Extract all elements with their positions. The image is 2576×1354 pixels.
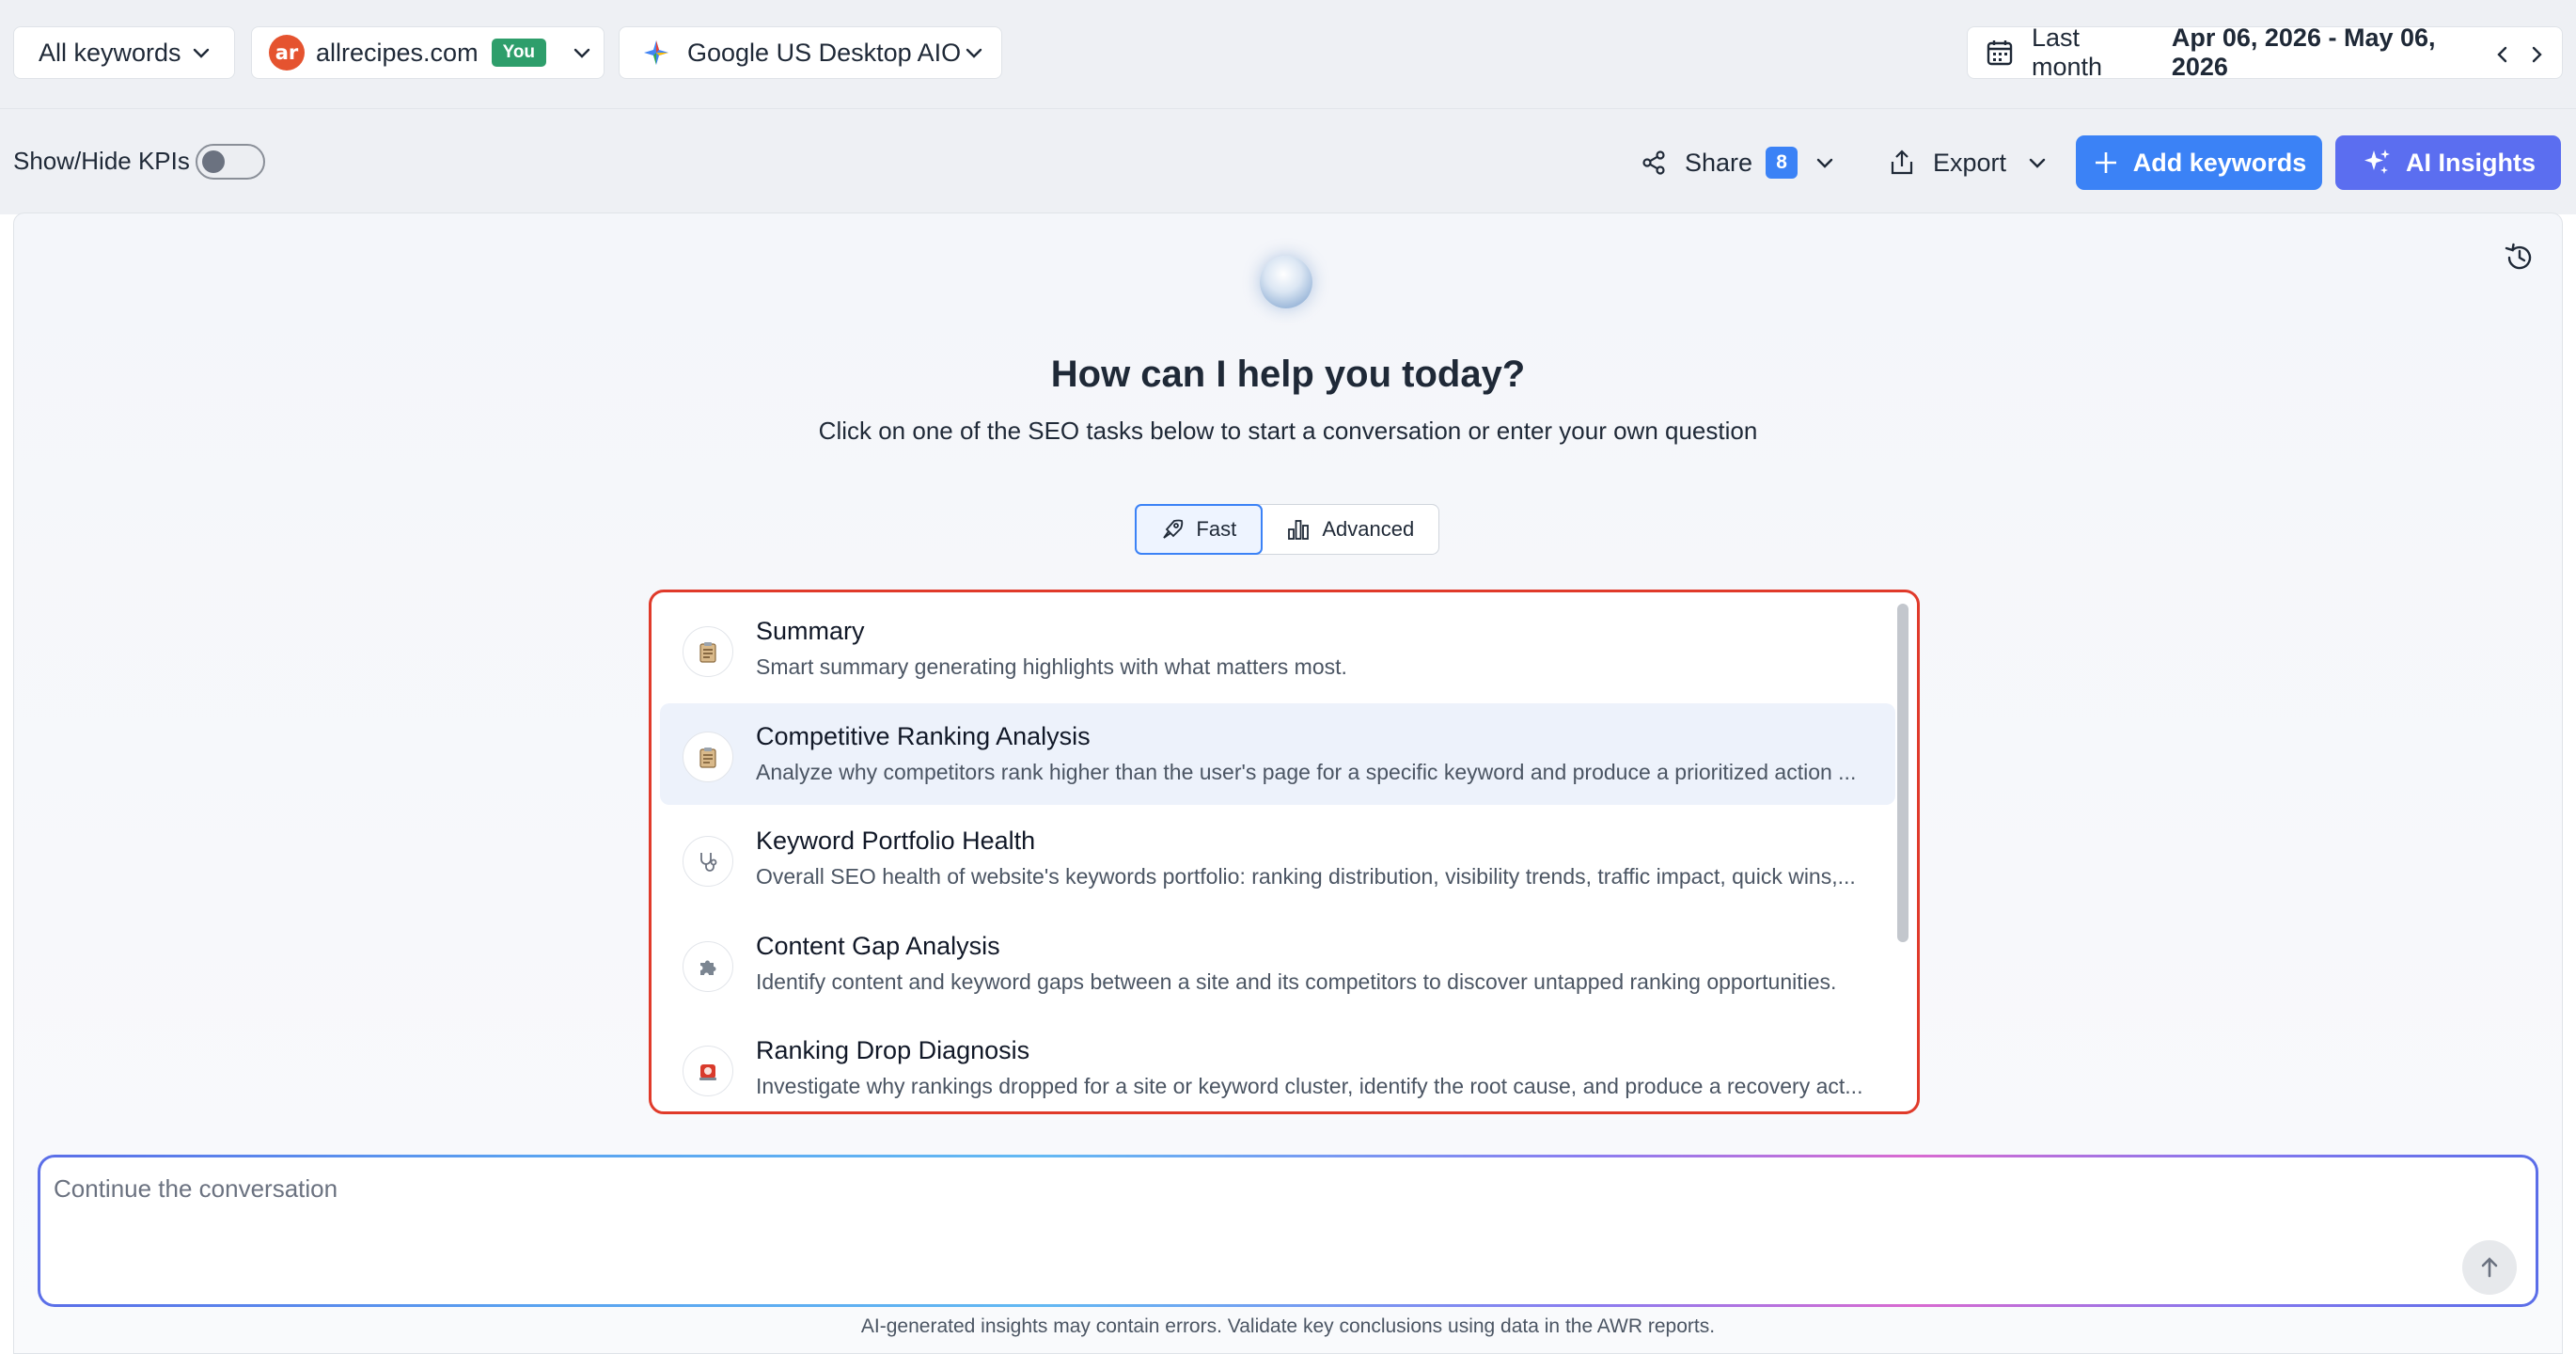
add-keywords-button[interactable]: Add keywords bbox=[2076, 135, 2322, 190]
task-ranking-drop-diagnosis[interactable]: Ranking Drop Diagnosis Investigate why r… bbox=[660, 1017, 1895, 1111]
task-title: Keyword Portfolio Health bbox=[756, 827, 1036, 855]
stethoscope-icon bbox=[683, 836, 733, 887]
sparkles-icon bbox=[2361, 147, 2393, 179]
clipboard-icon bbox=[683, 626, 733, 677]
site-name: allrecipes.com bbox=[316, 38, 479, 67]
google-logo-icon bbox=[642, 39, 670, 67]
task-title: Content Gap Analysis bbox=[756, 932, 1000, 960]
chevron-down-icon bbox=[191, 42, 212, 63]
kpi-toggle[interactable] bbox=[196, 144, 265, 180]
task-description: Identify content and keyword gaps betwee… bbox=[756, 969, 1837, 994]
rocket-icon bbox=[1160, 517, 1185, 542]
export-label: Export bbox=[1933, 148, 2007, 177]
date-period-label: Last month bbox=[2032, 24, 2103, 81]
mode-switch: Fast Advanced bbox=[1135, 504, 1439, 555]
mode-fast-label: Fast bbox=[1196, 517, 1237, 541]
share-icon bbox=[1640, 149, 1668, 177]
kpi-toggle-label: Show/Hide KPIs bbox=[13, 147, 190, 175]
mode-advanced-label: Advanced bbox=[1322, 517, 1415, 541]
puzzle-icon bbox=[683, 941, 733, 992]
task-summary[interactable]: Summary Smart summary generating highlig… bbox=[660, 598, 1895, 700]
keywords-filter-dropdown[interactable]: All keywords bbox=[13, 26, 235, 79]
export-button[interactable]: Export bbox=[1888, 136, 2048, 189]
search-engine-dropdown[interactable]: Google US Desktop AIO bbox=[619, 26, 1002, 79]
mode-advanced-button[interactable]: Advanced bbox=[1263, 505, 1438, 554]
add-keywords-label: Add keywords bbox=[2132, 148, 2307, 177]
date-range-value: Apr 06, 2026 - May 06, 2026 bbox=[2171, 24, 2436, 81]
site-dropdown[interactable]: ar allrecipes.com You bbox=[251, 26, 605, 79]
chat-input-box bbox=[40, 1157, 2536, 1304]
mode-fast-button[interactable]: Fast bbox=[1135, 504, 1263, 555]
chat-input-container bbox=[38, 1155, 2538, 1307]
assistant-subheading: Click on one of the SEO tasks below to s… bbox=[818, 417, 1758, 445]
task-keyword-portfolio-health[interactable]: Keyword Portfolio Health Overall SEO hea… bbox=[660, 808, 1895, 909]
toggle-knob bbox=[202, 150, 225, 173]
clipboard-icon bbox=[683, 732, 733, 782]
task-content-gap-analysis[interactable]: Content Gap Analysis Identify content an… bbox=[660, 913, 1895, 1015]
task-title: Ranking Drop Diagnosis bbox=[756, 1036, 1030, 1064]
assistant-orb-icon bbox=[1260, 256, 1312, 308]
task-description: Smart summary generating highlights with… bbox=[756, 654, 1347, 679]
assistant-heading: How can I help you today? bbox=[1050, 354, 1526, 395]
share-count-badge: 8 bbox=[1766, 147, 1798, 179]
task-description: Investigate why rankings dropped for a s… bbox=[756, 1074, 1863, 1098]
task-title: Summary bbox=[756, 617, 865, 645]
next-period-icon[interactable] bbox=[2526, 42, 2547, 63]
chat-input[interactable] bbox=[54, 1174, 2404, 1204]
you-badge: You bbox=[491, 39, 547, 67]
ai-disclaimer: AI-generated insights may contain errors… bbox=[860, 1315, 1716, 1337]
share-button[interactable]: Share 8 bbox=[1640, 136, 1835, 189]
task-title: Competitive Ranking Analysis bbox=[756, 722, 1091, 750]
plus-icon bbox=[2092, 149, 2120, 177]
export-icon bbox=[1888, 149, 1916, 177]
send-button[interactable] bbox=[2462, 1240, 2517, 1295]
date-range-picker[interactable]: Last month Apr 06, 2026 - May 06, 2026 bbox=[1967, 24, 2563, 81]
history-icon[interactable] bbox=[2503, 241, 2537, 275]
chevron-down-icon[interactable] bbox=[1814, 152, 1835, 173]
task-description: Analyze why competitors rank higher than… bbox=[756, 760, 1857, 784]
chevron-down-icon bbox=[2027, 152, 2048, 173]
chevron-down-icon bbox=[572, 42, 592, 63]
bar-chart-icon bbox=[1286, 517, 1311, 542]
chevron-down-icon bbox=[964, 42, 984, 63]
calendar-icon bbox=[1985, 38, 2015, 68]
task-description: Overall SEO health of website's keywords… bbox=[756, 864, 1856, 889]
search-engine-label: Google US Desktop AIO bbox=[687, 38, 962, 67]
task-competitive-ranking-analysis[interactable]: Competitive Ranking Analysis Analyze why… bbox=[660, 703, 1895, 805]
ai-insights-label: AI Insights bbox=[2405, 148, 2536, 177]
task-list-scrollbar[interactable] bbox=[1897, 604, 1908, 942]
siren-icon bbox=[683, 1046, 733, 1096]
keywords-filter-label: All keywords bbox=[39, 38, 181, 67]
ai-insights-button[interactable]: AI Insights bbox=[2335, 135, 2561, 190]
previous-period-icon[interactable] bbox=[2492, 42, 2513, 63]
seo-task-list: Summary Smart summary generating highlig… bbox=[649, 590, 1920, 1114]
site-logo: ar bbox=[269, 35, 305, 71]
share-label: Share bbox=[1685, 148, 1753, 177]
arrow-up-icon bbox=[2476, 1254, 2503, 1281]
